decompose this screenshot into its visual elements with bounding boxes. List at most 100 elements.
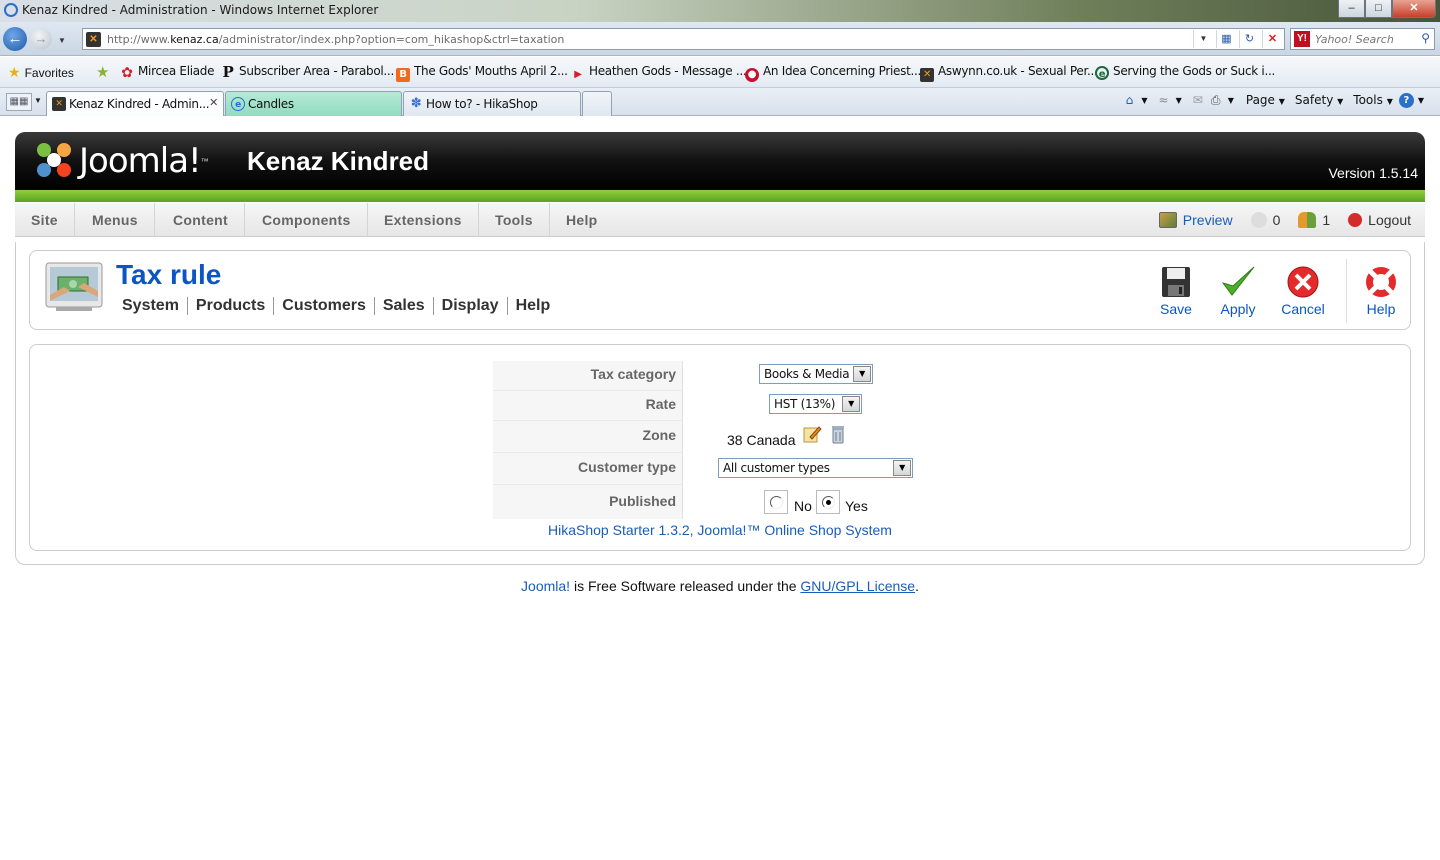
print-icon[interactable]: ⎙ — [1208, 92, 1224, 108]
cancel-button[interactable]: Cancel — [1273, 265, 1333, 317]
forward-button[interactable]: → — [30, 28, 52, 50]
tax-category-label: Tax category — [493, 361, 683, 391]
submenu-customers[interactable]: Customers — [273, 297, 374, 315]
footer-text: is Free Software released under the — [570, 578, 801, 594]
ie-icon: e — [1095, 66, 1109, 80]
menu-help[interactable]: Help — [550, 203, 614, 237]
joomla-mark-icon — [35, 141, 75, 181]
window-title: Kenaz Kindred - Administration - Windows… — [22, 3, 379, 17]
compatibility-view-icon[interactable]: ▦ — [1216, 30, 1236, 48]
yahoo-icon: Y! — [1294, 31, 1310, 47]
page-footer: Joomla! is Free Software released under … — [0, 578, 1440, 594]
logout-link[interactable]: Logout — [1348, 212, 1411, 228]
stop-icon[interactable]: ✕ — [1262, 30, 1282, 48]
menu-menus[interactable]: Menus — [76, 203, 155, 237]
command-bar: ⌂ ▼ ≈ ▼ ✉ ⎙ ▼ Page ▼ Safety ▼ Tools ▼ ? ▼ — [1121, 92, 1430, 108]
close-tab-icon[interactable]: ✕ — [209, 96, 218, 109]
admin-page: Joomla! ™ Kenaz Kindred Version 1.5.14 S… — [0, 117, 1440, 860]
search-field[interactable]: Y! Yahoo! Search ⚲ — [1290, 28, 1435, 50]
hikashop-submenu: System Products Customers Sales Display … — [116, 297, 558, 315]
version-label: Version 1.5.14 — [1328, 165, 1418, 181]
apply-button[interactable]: Apply — [1208, 265, 1268, 317]
url-text[interactable]: http://www.kenaz.ca/administrator/index.… — [107, 33, 564, 46]
flower-icon: ✿ — [121, 65, 133, 81]
submenu-products[interactable]: Products — [186, 297, 273, 315]
home-dropdown-icon[interactable]: ▼ — [1141, 96, 1147, 105]
search-icon[interactable]: ⚲ — [1421, 31, 1430, 45]
messages-icon — [1250, 212, 1267, 228]
minimize-button[interactable]: – — [1338, 0, 1365, 18]
tab-bar: ▦▦ ▼ ✕ Kenaz Kindred - Admin... ✕ e Cand… — [0, 88, 1440, 116]
tools-menu[interactable]: Tools ▼ — [1349, 92, 1397, 108]
footer-end: . — [915, 578, 919, 594]
hikashop-credit-link[interactable]: HikaShop Starter 1.3.2, Joomla!™ Online … — [0, 522, 1440, 538]
page-menu[interactable]: Page ▼ — [1242, 92, 1289, 108]
tab-kenaz-kindred-admin[interactable]: ✕ Kenaz Kindred - Admin... ✕ — [46, 91, 224, 116]
safety-menu[interactable]: Safety ▼ — [1291, 92, 1347, 108]
submenu-sales[interactable]: Sales — [373, 297, 433, 315]
published-yes-radio[interactable] — [816, 490, 840, 514]
back-button[interactable]: ← — [3, 27, 27, 51]
menu-tools[interactable]: Tools — [479, 203, 550, 237]
help-dropdown-icon[interactable]: ▼ — [1418, 96, 1424, 105]
rate-select[interactable]: HST (13%) ▼ — [769, 394, 862, 414]
published-no-radio[interactable] — [764, 490, 788, 514]
save-button[interactable]: Save — [1146, 265, 1206, 317]
submenu-help[interactable]: Help — [506, 297, 559, 315]
url-dropdown-icon[interactable]: ▼ — [1193, 30, 1213, 48]
gpl-license-link[interactable]: GNU/GPL License — [800, 578, 915, 594]
fav-item-aswynn[interactable]: ✕ Aswynn.co.uk - Sexual Per... — [920, 64, 1098, 82]
joomla-link[interactable]: Joomla! — [521, 578, 570, 594]
fav-item-serving-the-gods[interactable]: e Serving the Gods or Suck i... — [1095, 64, 1275, 80]
tab-how-to-hikashop[interactable]: ✽ How to? - HikaShop — [403, 91, 581, 116]
quick-tabs-icon[interactable]: ▦▦ — [6, 93, 32, 111]
fav-item-subscriber-area[interactable]: P Subscriber Area - Parabol... — [221, 64, 395, 80]
mail-icon[interactable]: ✉ — [1190, 92, 1206, 108]
help-button[interactable]: Help — [1351, 265, 1411, 317]
menu-extensions[interactable]: Extensions — [368, 203, 479, 237]
delete-zone-icon[interactable] — [830, 424, 846, 444]
print-dropdown-icon[interactable]: ▼ — [1228, 96, 1234, 105]
logout-icon — [1348, 213, 1363, 227]
add-favorite-icon[interactable]: ★ — [96, 63, 109, 81]
users-icon — [1298, 212, 1317, 228]
submenu-display[interactable]: Display — [432, 297, 507, 315]
fav-item-idea-concerning-priest[interactable]: ● An Idea Concerning Priest... — [745, 64, 921, 82]
cancel-x-icon — [1287, 266, 1319, 298]
feeds-icon[interactable]: ≈ — [1156, 92, 1172, 108]
tab-candles[interactable]: e Candles — [225, 91, 402, 116]
preview-icon — [1158, 212, 1177, 228]
menu-content[interactable]: Content — [157, 203, 245, 237]
feeds-dropdown-icon[interactable]: ▼ — [1176, 96, 1182, 105]
checkmark-icon — [1221, 266, 1255, 296]
edit-zone-icon[interactable] — [802, 424, 822, 444]
menu-site[interactable]: Site — [15, 203, 75, 237]
new-tab-button[interactable] — [582, 91, 612, 116]
preview-link[interactable]: Preview — [1158, 212, 1233, 228]
address-bar: ← → ▼ ✕ http://www.kenaz.ca/administrato… — [0, 22, 1440, 56]
history-dropdown-icon[interactable]: ▼ — [58, 36, 66, 45]
url-field[interactable]: ✕ http://www.kenaz.ca/administrator/inde… — [82, 28, 1285, 50]
arrow-icon: ▶ — [574, 69, 582, 80]
fav-item-gods-mouths[interactable]: B The Gods' Mouths April 2... — [396, 64, 568, 82]
submenu-system[interactable]: System — [116, 297, 187, 315]
toolbar-separator — [1346, 259, 1347, 323]
tax-category-select[interactable]: Books & Media ▼ — [759, 364, 873, 384]
customer-type-select[interactable]: All customer types ▼ — [718, 458, 913, 478]
fav-item-heathen-gods[interactable]: ▶ Heathen Gods - Message ... — [571, 64, 746, 82]
help-icon[interactable]: ? — [1398, 92, 1414, 108]
published-no-label: No — [794, 498, 812, 514]
favorites-button[interactable]: ★ Favorites — [8, 64, 74, 81]
close-window-button[interactable]: ✕ — [1392, 0, 1436, 18]
menu-components[interactable]: Components — [246, 203, 368, 237]
refresh-icon[interactable]: ↻ — [1239, 30, 1259, 48]
home-icon[interactable]: ⌂ — [1121, 92, 1137, 108]
fav-item-mircea-eliade[interactable]: ✿ Mircea Eliade — [120, 64, 214, 80]
floppy-disk-icon — [1162, 267, 1190, 297]
messages-link[interactable]: 0 — [1250, 212, 1280, 228]
lifebuoy-icon — [1366, 267, 1396, 297]
joomla-logo-text: Joomla! — [79, 141, 202, 181]
hikashop-icon: ✽ — [410, 96, 422, 111]
maximize-button[interactable]: □ — [1365, 0, 1392, 18]
tab-list-dropdown-icon[interactable]: ▼ — [34, 96, 42, 105]
